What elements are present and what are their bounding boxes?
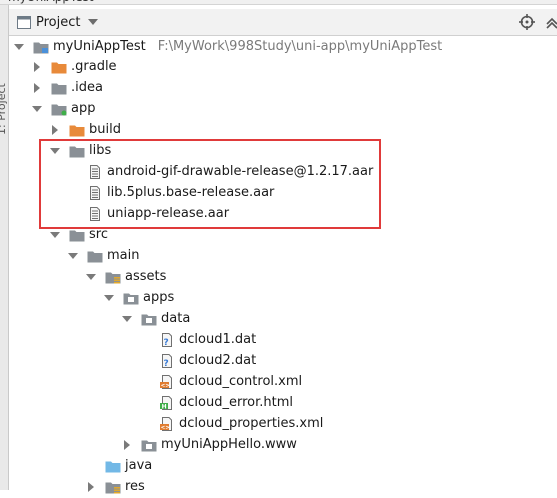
unknown-file-icon: ? <box>159 332 175 348</box>
tree-item-app[interactable]: app <box>9 98 557 119</box>
crosshair-icon <box>519 14 535 30</box>
tree-item-label: .gradle <box>71 59 117 74</box>
resources-folder-icon <box>105 270 121 284</box>
tree-item-gradle[interactable]: .gradle <box>9 56 557 77</box>
tree-item-label: main <box>107 248 140 263</box>
title-text: myUniAppTest <box>8 0 94 4</box>
xml-file-icon: <> <box>159 416 175 431</box>
svg-text:?: ? <box>164 338 169 347</box>
svg-text:?: ? <box>164 359 169 368</box>
html-file-icon: H <box>159 395 175 410</box>
chevron-right-icon[interactable] <box>49 124 61 136</box>
excluded-folder-icon <box>51 60 67 74</box>
tree-item-assets[interactable]: assets <box>9 266 557 287</box>
tree-item-apps[interactable]: apps <box>9 287 557 308</box>
chevron-right-icon[interactable] <box>31 82 43 94</box>
tree-item-data[interactable]: data <box>9 308 557 329</box>
tree-item-label: assets <box>125 269 167 284</box>
tree-item-label: dcloud1.dat <box>179 332 257 347</box>
project-path: F:\MyWork\998Study\uni-app\myUniAppTest <box>157 39 443 54</box>
tree-item-dcloud2[interactable]: ? dcloud2.dat <box>9 350 557 371</box>
folder-icon <box>69 228 85 242</box>
chevron-down-icon[interactable] <box>121 313 133 325</box>
tree-item-res[interactable]: res <box>9 476 557 497</box>
folder-icon <box>87 249 103 263</box>
tree-item-dcloud-control[interactable]: <> dcloud_control.xml <box>9 371 557 392</box>
chevron-down-icon <box>88 19 99 25</box>
chevron-right-icon[interactable] <box>121 439 133 451</box>
tree-item-root[interactable]: myUniAppTest F:\MyWork\998Study\uni-app\… <box>9 36 557 57</box>
source-folder-icon <box>105 459 121 473</box>
tree-item-label: .idea <box>71 80 103 95</box>
tree-item-label: src <box>89 227 108 242</box>
tree-item-dcloud-error[interactable]: H dcloud_error.html <box>9 392 557 413</box>
chevron-down-icon[interactable] <box>13 41 25 53</box>
tree-item-label: build <box>89 122 121 137</box>
tree-item-dcloud-properties[interactable]: <> dcloud_properties.xml <box>9 413 557 434</box>
tree-item-label: app <box>71 101 96 116</box>
tree-item-label: dcloud_control.xml <box>179 374 303 389</box>
project-tool-tab[interactable]: 1: Project <box>0 83 8 135</box>
folder-icon <box>51 81 67 95</box>
tree-item-dcloud1[interactable]: ? dcloud1.dat <box>9 329 557 350</box>
tree-item-label: data <box>161 311 191 326</box>
tree-item-label: res <box>125 479 145 494</box>
tree-item-label: dcloud_properties.xml <box>179 416 324 431</box>
svg-text:<>: <> <box>161 383 171 389</box>
excluded-folder-icon <box>69 123 85 137</box>
collapse-all-button[interactable] <box>543 13 557 31</box>
tree-item-idea[interactable]: .idea <box>9 77 557 98</box>
chevron-down-icon[interactable] <box>103 292 115 304</box>
tree-item-label: apps <box>143 290 175 305</box>
title-strip: myUniAppTest <box>0 0 557 5</box>
project-tree: myUniAppTest F:\MyWork\998Study\uni-app\… <box>9 36 557 494</box>
package-folder-icon <box>123 291 139 305</box>
package-folder-icon <box>141 312 157 326</box>
project-view-icon <box>17 15 31 29</box>
chevron-down-icon[interactable] <box>49 229 61 241</box>
chevron-down-icon[interactable] <box>85 271 97 283</box>
android-module-icon <box>51 102 67 116</box>
xml-file-icon: <> <box>159 374 175 389</box>
tree-item-label: java <box>125 458 153 473</box>
chevron-right-icon[interactable] <box>85 481 97 493</box>
chevron-right-icon[interactable] <box>31 61 43 73</box>
tree-item-main[interactable]: main <box>9 245 557 266</box>
svg-text:<>: <> <box>161 425 171 431</box>
unknown-file-icon: ? <box>159 353 175 369</box>
svg-text:H: H <box>162 403 167 410</box>
project-view-label: Project <box>36 14 81 30</box>
chevron-down-icon[interactable] <box>67 250 79 262</box>
tree-item-label: myUniAppHello.www <box>161 437 297 452</box>
package-folder-icon <box>141 438 157 452</box>
chevron-down-icon[interactable] <box>31 103 43 115</box>
tool-window-strip[interactable]: 1: Project <box>0 5 9 490</box>
scroll-from-source-button[interactable] <box>518 13 536 31</box>
tree-item-label: myUniAppTest <box>53 39 146 54</box>
tree-item-label: dcloud2.dat <box>179 353 257 368</box>
tree-item-build[interactable]: build <box>9 119 557 140</box>
tree-item-java[interactable]: java <box>9 455 557 476</box>
tree-item-myuniapphello[interactable]: myUniAppHello.www <box>9 434 557 455</box>
module-folder-icon <box>33 40 49 54</box>
libs-highlight-box <box>39 139 381 229</box>
collapse-icon <box>546 17 557 29</box>
project-view-selector[interactable]: Project <box>17 12 99 32</box>
tree-item-label: dcloud_error.html <box>179 395 293 410</box>
project-toolbar: Project <box>9 9 557 36</box>
resources-folder-icon <box>105 480 121 494</box>
